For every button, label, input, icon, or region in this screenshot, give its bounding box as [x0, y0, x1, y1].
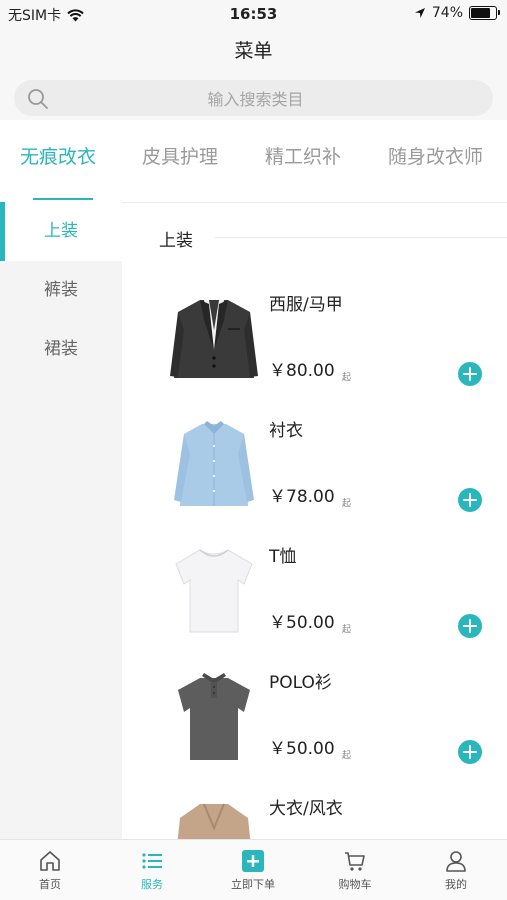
- tab-cart[interactable]: 购物车: [305, 846, 405, 892]
- suit-jacket-image: [170, 300, 258, 378]
- tab-profile[interactable]: 我的: [406, 846, 506, 892]
- battery-icon: [469, 6, 500, 20]
- tab-label: 我的: [445, 878, 467, 891]
- sidebar-item-label: 上装: [44, 221, 78, 241]
- search-bar: [0, 76, 507, 120]
- page-title: 菜单: [234, 40, 273, 62]
- trench-coat-image: [177, 803, 251, 839]
- sidebar-item-label: 裙装: [44, 339, 78, 359]
- tab-leather-care[interactable]: 皮具护理: [142, 142, 218, 169]
- product-name: T恤: [269, 547, 297, 567]
- bottom-tab-bar: 首页 服务 立即下单 购物车 我的: [0, 839, 507, 900]
- product-item[interactable]: POLO衫 ￥50.00 起: [122, 660, 507, 786]
- search-box[interactable]: [14, 80, 497, 118]
- search-input[interactable]: [14, 80, 497, 118]
- tab-label: 服务: [141, 878, 163, 891]
- product-name: 西服/马甲: [269, 295, 343, 315]
- dress-shirt-image: [174, 421, 254, 506]
- product-price: ￥80.00: [269, 361, 335, 381]
- product-price: ￥50.00: [269, 613, 335, 633]
- tab-label: 购物车: [338, 878, 372, 891]
- product-item[interactable]: 大衣/风衣: [122, 786, 507, 839]
- product-name: 大衣/风衣: [269, 799, 343, 819]
- tab-fine-darning[interactable]: 精工织补: [265, 142, 341, 169]
- polo-shirt-image: [178, 673, 250, 760]
- tab-label: 首页: [39, 878, 61, 891]
- active-tab-indicator: [33, 198, 93, 200]
- user-icon: [446, 851, 466, 872]
- product-price: ￥78.00: [269, 487, 335, 507]
- add-to-cart-button[interactable]: [458, 362, 482, 386]
- add-to-cart-button[interactable]: [458, 740, 482, 764]
- tab-home[interactable]: 首页: [0, 846, 100, 892]
- tab-services[interactable]: 服务: [102, 846, 202, 892]
- product-item[interactable]: 西服/马甲 ￥80.00 起: [122, 282, 507, 408]
- status-right: 74%: [414, 5, 500, 21]
- price-from-label: 起: [342, 751, 352, 761]
- section-title: 上装: [159, 231, 193, 251]
- navigation-bar: 菜单: [0, 28, 507, 76]
- product-item[interactable]: 衬衣 ￥78.00 起: [122, 408, 507, 534]
- price-from-label: 起: [342, 625, 352, 635]
- sidebar-item-pants[interactable]: 裤装: [0, 261, 122, 320]
- sidebar: 上装 裤装 裙装: [0, 202, 122, 839]
- add-to-cart-button[interactable]: [458, 614, 482, 638]
- tab-label: 立即下单: [231, 878, 275, 891]
- location-arrow-icon: [414, 8, 425, 18]
- sidebar-item-skirts[interactable]: 裙装: [0, 320, 122, 379]
- sidebar-item-label: 裤装: [44, 280, 78, 300]
- cart-icon: [345, 852, 365, 871]
- price-from-label: 起: [342, 499, 352, 509]
- plus-square-icon: [242, 850, 264, 872]
- tab-personal-tailor[interactable]: 随身改衣师: [388, 142, 483, 169]
- home-icon: [40, 851, 60, 871]
- product-name: 衬衣: [269, 421, 303, 441]
- product-item[interactable]: T恤 ￥50.00 起: [122, 534, 507, 660]
- product-list: 上装 西服/马甲 ￥80.00 起 衬衣 ￥78.00 起 T恤 ￥50.00 …: [122, 202, 507, 839]
- section-divider: [215, 237, 507, 238]
- category-tabs: 无痕改衣 皮具护理 精工织补 随身改衣师: [0, 120, 507, 203]
- add-to-cart-button[interactable]: [458, 488, 482, 512]
- list-icon: [142, 853, 162, 869]
- status-bar: 无SIM卡 16:53 74%: [0, 0, 507, 28]
- tab-order-now[interactable]: 立即下单: [203, 846, 303, 892]
- battery-percent: 74%: [431, 5, 463, 21]
- price-from-label: 起: [342, 373, 352, 383]
- sidebar-item-tops[interactable]: 上装: [0, 202, 122, 261]
- t-shirt-image: [175, 549, 253, 633]
- product-price: ￥50.00: [269, 739, 335, 759]
- product-name: POLO衫: [269, 673, 332, 693]
- tab-seamless-alteration[interactable]: 无痕改衣: [20, 142, 96, 169]
- search-icon: [28, 89, 48, 109]
